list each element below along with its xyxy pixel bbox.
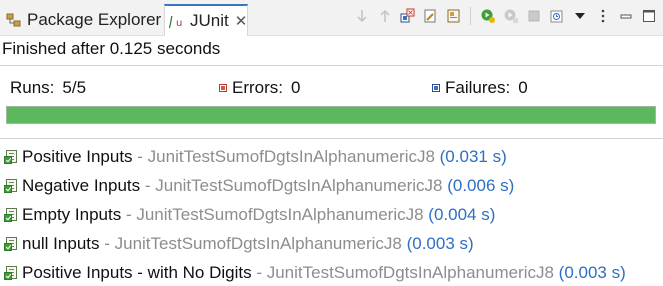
test-duration: (0.003 s) [553,263,626,282]
tab-label: JUnit [190,11,229,30]
test-passed-icon [4,149,20,165]
test-class-name: JunitTestSumofDgtsInAlphanumericJ8 [147,147,435,166]
failures-value: 0 [518,78,528,97]
scroll-lock-icon[interactable] [422,8,439,25]
test-class-name: JunitTestSumofDgtsInAlphanumericJ8 [136,205,424,224]
maximize-icon[interactable] [640,8,657,25]
runs-value: 5/5 [62,78,87,97]
errors-label: Errors: [232,78,283,97]
failures-counter: Failures: 0 [432,78,528,98]
test-name: Negative Inputs [22,176,141,195]
show-skipped-icon[interactable] [445,8,462,25]
test-passed-icon [4,207,20,223]
test-row[interactable]: Positive Inputs - JunitTestSumofDgtsInAl… [4,144,507,170]
test-separator: - [251,263,267,282]
test-name: Positive Inputs - with No Digits [22,263,252,282]
package-explorer-icon [6,12,22,28]
next-failure-icon[interactable] [353,8,370,25]
close-icon[interactable]: ✕ [235,12,248,30]
error-icon [219,84,227,92]
test-duration: (0.006 s) [442,176,515,195]
test-duration: (0.004 s) [423,205,496,224]
runs-counter: Runs: 5/5 [10,78,86,98]
failures-label: Failures: [445,78,511,97]
test-progress-bar [6,106,656,124]
test-passed-icon [4,265,20,281]
progress-fill [7,107,655,123]
errors-counter: Errors: 0 [219,78,300,98]
test-separator: - [132,147,148,166]
test-duration: (0.031 s) [434,147,507,166]
view-tab-bar: Package Explorer J u JUnit ✕ [0,0,663,36]
test-class-name: JunitTestSumofDgtsInAlphanumericJ8 [155,176,443,195]
tab-package-explorer[interactable]: Package Explorer [0,4,163,36]
test-row[interactable]: Empty Inputs - JunitTestSumofDgtsInAlpha… [4,202,495,228]
test-name: null Inputs [22,234,100,253]
stop-icon[interactable] [525,8,542,25]
tab-label: Package Explorer [27,10,162,29]
more-options-icon[interactable] [594,8,611,25]
test-row[interactable]: Positive Inputs - with No Digits - Junit… [4,260,626,286]
rerun-failed-first-icon[interactable] [502,8,519,25]
errors-value: 0 [291,78,301,97]
failure-icon [432,84,440,92]
run-status-text: Finished after 0.125 seconds [2,39,221,58]
failures-only-icon[interactable] [399,8,416,25]
svg-text:u: u [176,18,182,29]
view-menu-icon[interactable] [571,8,588,25]
junit-icon: J u [166,13,185,30]
rerun-icon[interactable] [479,8,496,25]
test-separator: - [140,176,156,195]
view-toolbar [353,5,657,27]
previous-failure-icon[interactable] [376,8,393,25]
divider [0,138,663,139]
toolbar-separator [470,7,471,25]
test-duration: (0.003 s) [401,234,474,253]
test-class-name: JunitTestSumofDgtsInAlphanumericJ8 [114,234,402,253]
history-icon[interactable] [548,8,565,25]
divider [0,65,663,66]
test-passed-icon [4,178,20,194]
test-row[interactable]: Negative Inputs - JunitTestSumofDgtsInAl… [4,173,514,199]
test-separator: - [121,205,137,224]
test-passed-icon [4,236,20,252]
test-separator: - [99,234,115,253]
test-name: Positive Inputs [22,147,133,166]
test-class-name: JunitTestSumofDgtsInAlphanumericJ8 [266,263,554,282]
svg-text:J: J [169,15,173,29]
runs-label: Runs: [10,78,55,97]
minimize-icon[interactable] [617,8,634,25]
test-name: Empty Inputs [22,205,122,224]
tab-junit[interactable]: J u JUnit ✕ [164,4,248,36]
test-row[interactable]: null Inputs - JunitTestSumofDgtsInAlphan… [4,231,474,257]
